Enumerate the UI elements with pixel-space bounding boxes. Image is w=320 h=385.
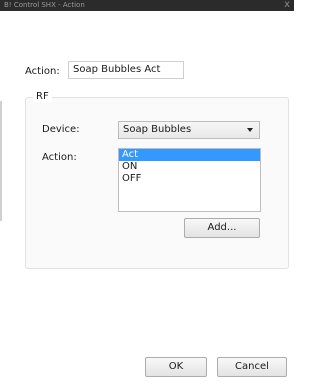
title-bar: B! Control SHX - Action x	[0, 0, 294, 11]
rf-group-title: RF	[33, 91, 52, 102]
add-button[interactable]: Add...	[184, 218, 260, 238]
action-name-label: Action:	[25, 66, 60, 77]
window-left-edge	[0, 11, 12, 385]
device-dropdown-value: Soap Bubbles	[123, 124, 192, 135]
list-item[interactable]: Act	[119, 149, 260, 161]
device-label: Device:	[42, 124, 80, 135]
close-icon[interactable]: x	[284, 0, 290, 11]
cancel-button[interactable]: Cancel	[217, 357, 287, 377]
list-item[interactable]: ON	[119, 161, 260, 173]
list-item[interactable]: OFF	[119, 173, 260, 185]
device-dropdown[interactable]: Soap Bubbles	[118, 121, 260, 139]
action-name-input[interactable]: Soap Bubbles Act	[68, 61, 184, 79]
ok-button[interactable]: OK	[145, 357, 207, 377]
chevron-down-icon	[247, 128, 253, 132]
rf-action-label: Action:	[42, 152, 77, 163]
window-title: B! Control SHX - Action	[4, 1, 85, 9]
action-listbox[interactable]: Act ON OFF	[118, 148, 261, 212]
